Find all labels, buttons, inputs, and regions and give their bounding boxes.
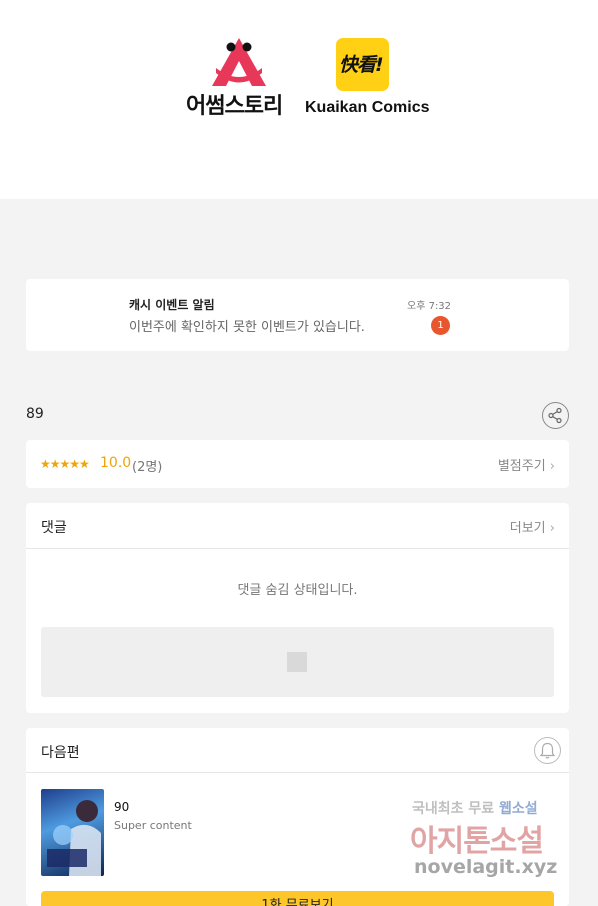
rating-card: ★★★★★ 10.0 (2명) 별점주기 › [26,440,569,488]
read-next-button[interactable]: 1화 무료보기 [41,891,554,906]
divider [26,548,569,549]
kuaikan-logo: 快看! Kuaikan Comics [305,38,429,122]
next-episode-thumbnail[interactable] [41,789,104,876]
rate-button-label: 별점주기 [497,459,546,474]
comments-title: 댓글 [41,520,67,536]
divider [26,772,569,773]
ad-banner[interactable] [41,627,554,697]
rate-button[interactable]: 별점주기 › [498,455,555,474]
episode-number: 89 [26,406,44,422]
notify-button[interactable] [534,737,561,764]
comments-more-label: 더보기 [509,521,546,536]
awesome-story-text: 어썸스토리 [186,94,283,119]
comments-more-button[interactable]: 더보기 › [510,517,555,536]
kuaikan-text: Kuaikan Comics [305,99,430,116]
next-episode-number: 90 [114,800,130,814]
image-placeholder-icon [287,652,307,672]
chevron-right-icon: › [549,459,555,474]
cover-art-image [47,800,101,876]
kuaikan-mark-text: 快看! [339,54,384,76]
rating-count: (2명) [132,460,163,475]
comments-hidden-message: 댓글 숨김 상태입니다. [237,583,358,598]
awesome-story-logo: 어썸스토리 [186,36,296,119]
next-episode-subtitle: Super content [114,819,192,832]
notification-message: 이번주에 확인하지 못한 이벤트가 있습니다. [129,320,365,335]
share-icon [548,407,562,424]
kuaikan-mark: 快看! [336,38,389,91]
event-notification[interactable]: 캐시 이벤트 알림 오후 7:32 이번주에 확인하지 못한 이벤트가 있습니다… [26,279,569,351]
next-episode-section: 다음편 90 Super content 1화 무료보기 [26,728,569,906]
share-button[interactable] [542,402,569,429]
rating-score: 10.0 [100,455,132,471]
next-episode-title: 다음편 [41,745,80,761]
bell-icon [539,742,556,759]
notification-time: 오후 7:32 [407,301,452,312]
rating-stars: ★★★★★ [40,457,90,471]
notification-badge: 1 [431,316,450,335]
chevron-right-icon: › [549,521,555,536]
comments-section: 댓글 더보기 › 댓글 숨김 상태입니다. [26,503,569,713]
publisher-header: 어썸스토리 快看! Kuaikan Comics [0,0,598,199]
awesome-story-a-icon [212,38,266,86]
notification-title: 캐시 이벤트 알림 [129,298,215,312]
